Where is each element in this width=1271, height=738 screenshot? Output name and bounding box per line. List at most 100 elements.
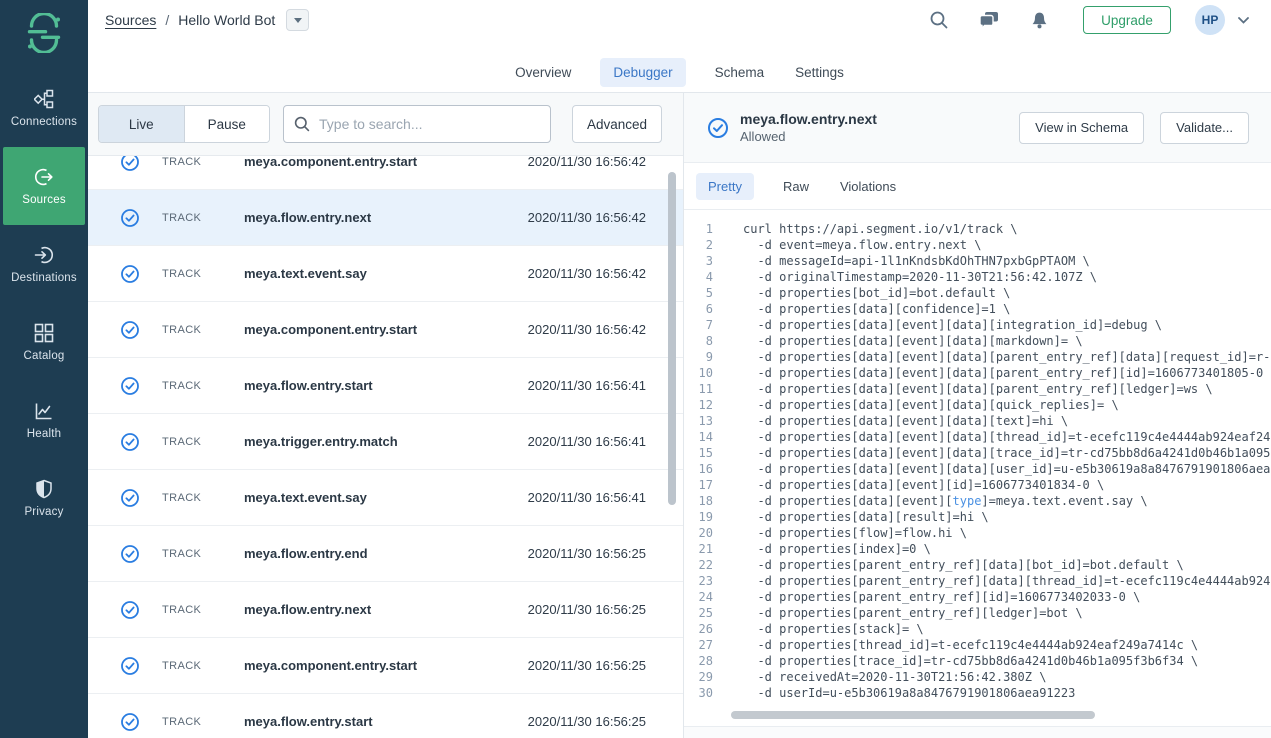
live-button[interactable]: Live (99, 106, 185, 142)
event-timestamp: 2020/11/30 16:56:25 (527, 602, 646, 617)
line-number: 5 (705, 286, 713, 300)
notifications-bell-icon[interactable] (1029, 10, 1049, 30)
advanced-button[interactable]: Advanced (572, 105, 662, 143)
breadcrumb-current: Hello World Bot (178, 12, 276, 28)
line-number: 28 (698, 654, 713, 668)
line-number: 19 (698, 510, 713, 524)
sidebar-item-destinations[interactable]: Destinations (0, 225, 88, 303)
code-line: 18 -d properties[data][event][type]=meya… (684, 493, 1271, 509)
line-number: 24 (698, 590, 713, 604)
event-row[interactable]: TRACK meya.flow.entry.next 2020/11/30 16:5… (88, 582, 683, 638)
line-number: 21 (698, 542, 713, 556)
event-status-badge: Allowed (740, 129, 786, 144)
line-number: 7 (705, 318, 713, 332)
code-text: -d properties[data][event][data][trace_i… (757, 446, 1271, 460)
code-text: -d properties[data][event][data][quick_r… (743, 398, 1119, 412)
sidebar-item-sources[interactable]: Sources (3, 147, 85, 225)
event-row[interactable]: TRACK meya.flow.entry.end 2020/11/30 16:56… (88, 526, 683, 582)
live-pause-toggle: Live Pause (98, 105, 270, 143)
event-name: meya.trigger.entry.match (244, 434, 398, 449)
payload-code-viewer: 1 curl https://api.segment.io/v1/track \ 2… (684, 210, 1271, 726)
line-number: 10 (698, 366, 713, 380)
code-text: -d properties[data][result]=hi \ (743, 510, 989, 524)
code-line: 25 -d properties[parent_entry_ref][ledge… (684, 605, 1271, 621)
code-line: 8 -d properties[data][event][data][markd… (684, 333, 1271, 349)
code-line: 17 -d properties[data][event][id]=160677… (684, 477, 1271, 493)
sidebar-nav: Connections Sources Destinations Catalog… (0, 69, 88, 537)
event-row[interactable]: TRACK meya.component.entry.start 2020/11/3… (88, 638, 683, 694)
sidebar-item-health[interactable]: Health (0, 381, 88, 459)
line-number: 8 (705, 334, 713, 348)
event-list: TRACK meya.component.entry.start 2020/11/3… (88, 156, 683, 738)
tab-violations[interactable]: Violations (838, 173, 898, 200)
chat-icon[interactable] (979, 10, 999, 30)
tab-schema[interactable]: Schema (713, 58, 767, 87)
allowed-check-icon (120, 656, 140, 676)
account-chevron-down-icon[interactable] (1233, 10, 1253, 30)
view-in-schema-button[interactable]: View in Schema (1019, 111, 1145, 144)
event-detail-titles: meya.flow.entry.next Allowed (740, 111, 877, 144)
allowed-check-icon (120, 544, 140, 564)
event-row[interactable]: TRACK meya.component.entry.start 2020/11/3… (88, 156, 683, 190)
line-number: 23 (698, 574, 713, 588)
allowed-check-icon (120, 208, 140, 228)
code-line: 9 -d properties[data][event][data][paren… (684, 349, 1271, 365)
payload-view-tabs: Pretty Raw Violations (684, 163, 1271, 210)
allowed-check-icon (120, 156, 140, 172)
event-name: meya.text.event.say (244, 266, 367, 281)
segment-logo-icon[interactable] (24, 11, 64, 55)
search-input[interactable] (319, 116, 540, 132)
line-number: 14 (698, 430, 713, 444)
event-row[interactable]: TRACK meya.component.entry.start 2020/11/3… (88, 302, 683, 358)
event-search (283, 105, 551, 143)
source-menu-button[interactable] (286, 9, 310, 31)
tab-raw[interactable]: Raw (781, 173, 811, 200)
event-type-label: TRACK (162, 267, 202, 280)
code-horizontal-scrollbar[interactable] (731, 711, 1095, 719)
event-row[interactable]: TRACK meya.trigger.entry.match 2020/11/30 … (88, 414, 683, 470)
code-line: 12 -d properties[data][event][data][quic… (684, 397, 1271, 413)
line-number: 20 (698, 526, 713, 540)
event-name: meya.flow.entry.end (244, 546, 368, 561)
breadcrumb-sources-link[interactable]: Sources (105, 12, 156, 28)
code-line: 11 -d properties[data][event][data][pare… (684, 381, 1271, 397)
tab-pretty[interactable]: Pretty (696, 172, 754, 200)
sidebar-item-catalog[interactable]: Catalog (0, 303, 88, 381)
line-number: 27 (698, 638, 713, 652)
event-row[interactable]: TRACK meya.flow.entry.start 2020/11/30 16:… (88, 694, 683, 738)
tab-debugger[interactable]: Debugger (600, 57, 686, 87)
line-number: 3 (705, 254, 713, 268)
validate-button[interactable]: Validate... (1160, 111, 1249, 144)
allowed-check-icon (120, 376, 140, 396)
event-row[interactable]: TRACK meya.flow.entry.start 2020/11/30 16:… (88, 358, 683, 414)
event-timestamp: 2020/11/30 16:56:42 (527, 156, 646, 169)
sidebar-item-connections[interactable]: Connections (0, 69, 88, 147)
allowed-check-icon (120, 432, 140, 452)
code-line: 23 -d properties[parent_entry_ref][data]… (684, 573, 1271, 589)
tab-settings[interactable]: Settings (793, 58, 846, 87)
pause-button[interactable]: Pause (184, 106, 269, 142)
event-name: meya.flow.entry.next (244, 210, 372, 225)
upgrade-button[interactable]: Upgrade (1083, 6, 1171, 34)
event-timestamp: 2020/11/30 16:56:42 (527, 322, 646, 337)
code-line: 3 -d messageId=api-1l1nKndsbKdOhTHN7pxbG… (684, 253, 1271, 269)
search-icon[interactable] (929, 10, 949, 30)
code-text: -d originalTimestamp=2020-11-30T21:56:42… (743, 270, 1098, 284)
topbar-actions: Upgrade HP (929, 5, 1271, 35)
event-name: meya.flow.entry.start (244, 714, 373, 729)
event-timestamp: 2020/11/30 16:56:41 (527, 434, 646, 449)
code-text: -d properties[data][event][data][parent_… (743, 382, 1213, 396)
event-row[interactable]: TRACK meya.flow.entry.next 2020/11/30 16:5… (88, 190, 683, 246)
line-number: 12 (698, 398, 713, 412)
event-row[interactable]: TRACK meya.text.event.say 2020/11/30 16:56… (88, 246, 683, 302)
tab-overview[interactable]: Overview (513, 58, 573, 87)
event-timestamp: 2020/11/30 16:56:25 (527, 714, 646, 729)
privacy-shield-icon (34, 479, 54, 499)
event-list-scrollbar[interactable] (668, 172, 676, 505)
code-text: -d properties[stack]= \ (743, 622, 924, 636)
event-row[interactable]: TRACK meya.text.event.say 2020/11/30 16:56… (88, 470, 683, 526)
avatar[interactable]: HP (1195, 5, 1225, 35)
debugger-toolbar: Live Pause Advanced (88, 93, 683, 156)
event-type-label: TRACK (162, 379, 202, 392)
sidebar-item-privacy[interactable]: Privacy (0, 459, 88, 537)
